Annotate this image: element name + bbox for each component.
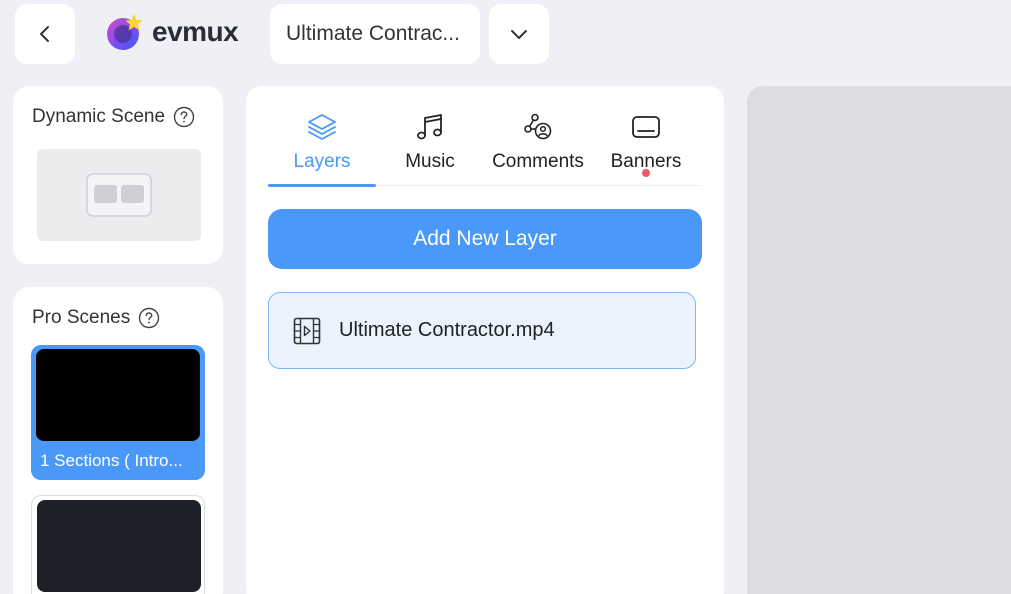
comments-icon	[524, 113, 552, 140]
chevron-down-icon	[511, 30, 527, 39]
scene-thumbnail	[37, 500, 201, 592]
tab-label: Layers	[293, 151, 351, 172]
dynamic-scene-thumbnail[interactable]	[37, 149, 201, 241]
notification-dot	[642, 169, 650, 177]
layer-item[interactable]: Ultimate Contractor.mp4	[268, 292, 696, 369]
tab-banners[interactable]: Banners	[592, 104, 700, 186]
back-button[interactable]	[15, 4, 75, 64]
panel-tabs: Layers Music Comments Banners	[268, 104, 702, 187]
tab-comments[interactable]: Comments	[484, 104, 592, 186]
logo-text: evmux	[152, 16, 239, 47]
tab-label: Comments	[492, 151, 584, 172]
dynamic-scene-panel: Dynamic Scene	[13, 86, 223, 264]
layout-grid-icon	[86, 173, 152, 217]
scene-item[interactable]	[31, 495, 205, 594]
music-note-icon	[417, 114, 442, 140]
tab-label: Music	[405, 151, 455, 172]
scene-thumbnail	[36, 349, 200, 441]
app-logo[interactable]: evmux	[104, 12, 239, 52]
preview-canvas[interactable]	[747, 86, 1011, 594]
layers-panel: Layers Music Comments Banners Add New La…	[246, 86, 724, 594]
dynamic-scene-heading: Dynamic Scene	[32, 106, 195, 128]
project-selector[interactable]: Ultimate Contrac...	[270, 4, 480, 64]
video-file-icon	[293, 317, 321, 344]
tab-music[interactable]: Music	[376, 104, 484, 186]
tab-layers[interactable]: Layers	[268, 104, 376, 187]
chevron-left-icon	[40, 26, 49, 42]
pro-scenes-heading: Pro Scenes	[32, 307, 160, 329]
layer-label: Ultimate Contractor.mp4	[339, 319, 555, 341]
layers-icon	[308, 114, 336, 140]
pro-scenes-title: Pro Scenes	[32, 307, 131, 328]
help-icon[interactable]	[173, 106, 195, 128]
help-icon[interactable]	[138, 307, 160, 329]
scene-item[interactable]: 1 Sections ( Intro...	[31, 345, 205, 480]
project-name: Ultimate Contrac...	[286, 22, 460, 45]
scene-label: 1 Sections ( Intro...	[40, 451, 183, 470]
project-dropdown-button[interactable]	[489, 4, 549, 64]
banner-icon	[632, 116, 660, 138]
pro-scenes-panel: Pro Scenes 1 Sections ( Intro...	[13, 287, 223, 594]
add-new-layer-button[interactable]: Add New Layer	[268, 209, 702, 269]
dynamic-scene-title: Dynamic Scene	[32, 106, 166, 127]
evmux-logo-icon	[107, 14, 143, 50]
